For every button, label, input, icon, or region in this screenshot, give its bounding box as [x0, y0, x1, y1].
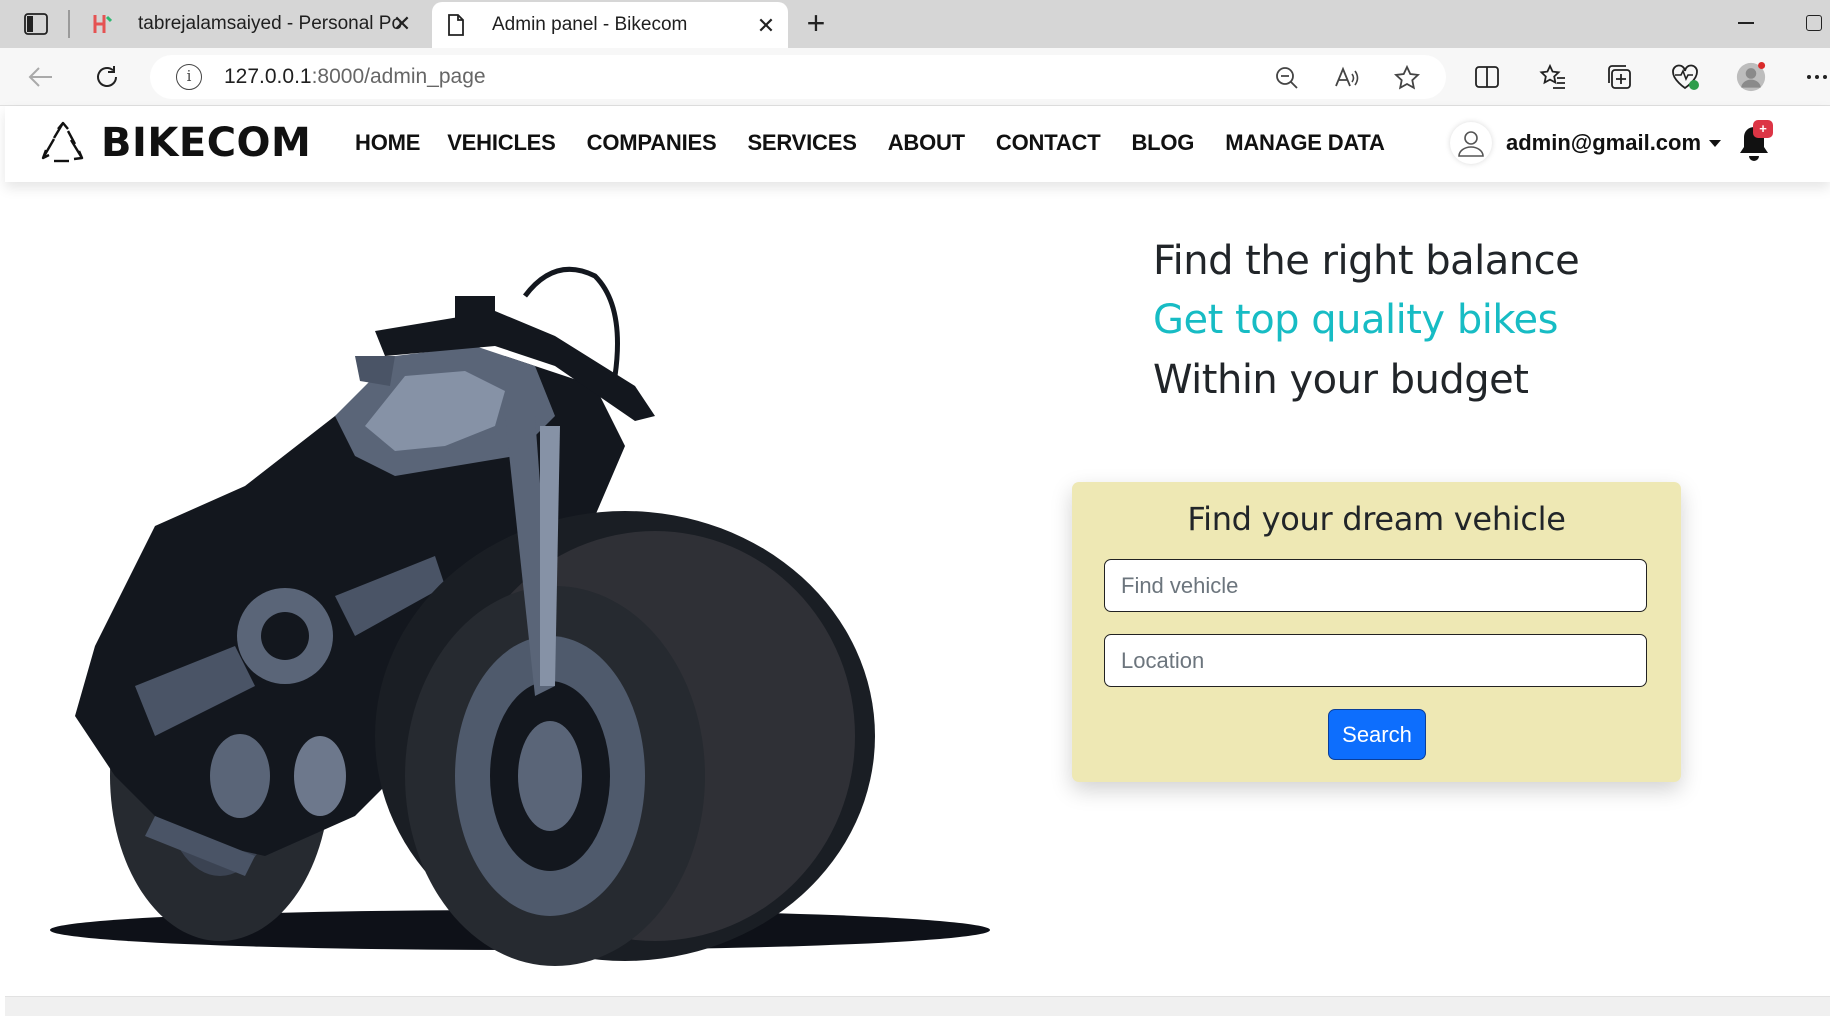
zoom-out-icon[interactable] — [1274, 65, 1300, 91]
close-icon[interactable]: ✕ — [390, 12, 414, 36]
url-text[interactable]: 127.0.0.1:8000/admin_page — [224, 65, 486, 89]
portfolio-favicon-icon — [90, 12, 114, 36]
more-options-icon[interactable] — [1802, 62, 1830, 92]
site-info-icon[interactable]: i — [176, 64, 202, 90]
notification-badge: + — [1753, 120, 1773, 138]
split-screen-icon[interactable] — [1472, 62, 1502, 92]
address-bar[interactable]: i 127.0.0.1:8000/admin_page — [150, 55, 1446, 99]
hero-line-3: Within your budget — [1153, 357, 1529, 403]
page-bottom-edge — [5, 996, 1830, 1016]
nav-services[interactable]: SERVICES — [747, 130, 856, 156]
tab-actions-icon[interactable] — [18, 10, 54, 38]
web-page: BIKECOM HOME VEHICLES COMPANIES SERVICES… — [5, 106, 1830, 996]
search-card-title: Find your dream vehicle — [1187, 500, 1566, 538]
main-nav: HOME VEHICLES COMPANIES SERVICES ABOUT C… — [355, 130, 1416, 156]
nav-home[interactable]: HOME — [355, 130, 420, 156]
tab-divider — [68, 10, 70, 38]
nav-about[interactable]: ABOUT — [888, 130, 965, 156]
search-button[interactable]: Search — [1328, 709, 1426, 760]
tab-portfolio[interactable]: tabrejalamsaiyed - Personal Portfolio ✕ — [78, 0, 424, 48]
user-email: admin@gmail.com — [1506, 130, 1702, 155]
collections-icon[interactable] — [1604, 62, 1634, 92]
site-navbar: BIKECOM HOME VEHICLES COMPANIES SERVICES… — [5, 106, 1830, 182]
close-icon[interactable]: ✕ — [754, 14, 778, 38]
chevron-down-icon — [1709, 139, 1722, 147]
hero-line-2: Get top quality bikes — [1153, 297, 1559, 343]
tab-title: Admin panel - Bikecom — [492, 14, 688, 35]
recycle-icon — [41, 121, 84, 163]
new-tab-icon[interactable]: + — [800, 7, 832, 40]
motorcycle-illustration — [50, 266, 990, 966]
brand-name: BIKECOM — [101, 120, 312, 166]
nav-vehicles[interactable]: VEHICLES — [447, 130, 556, 156]
nav-manage-data[interactable]: MANAGE DATA — [1225, 130, 1385, 156]
profile-avatar-icon[interactable] — [1736, 62, 1766, 92]
browser-toolbar: i 127.0.0.1:8000/admin_page — [0, 48, 1830, 106]
tab-title: tabrejalamsaiyed - Personal Portfolio — [138, 13, 402, 34]
browser-tab-bar: tabrejalamsaiyed - Personal Portfolio ✕ … — [0, 0, 1830, 48]
find-vehicle-input[interactable] — [1104, 559, 1647, 612]
nav-blog[interactable]: BLOG — [1131, 130, 1194, 156]
back-icon[interactable] — [24, 60, 58, 94]
brand-logo[interactable]: BIKECOM — [41, 118, 311, 168]
tab-admin-panel[interactable]: Admin panel - Bikecom ✕ — [432, 2, 788, 48]
read-aloud-icon[interactable] — [1334, 65, 1360, 91]
nav-contact[interactable]: CONTACT — [996, 130, 1101, 156]
favorite-star-icon[interactable] — [1394, 65, 1420, 91]
hero-line-1: Find the right balance — [1153, 238, 1580, 284]
maximize-icon[interactable] — [1806, 15, 1822, 31]
favorites-icon[interactable] — [1538, 62, 1568, 92]
minimize-icon[interactable] — [1736, 12, 1756, 32]
browser-essentials-icon[interactable] — [1670, 62, 1700, 92]
user-avatar-icon — [1450, 122, 1492, 164]
location-input[interactable] — [1104, 634, 1647, 687]
user-menu[interactable]: admin@gmail.com — [1450, 122, 1722, 164]
nav-companies[interactable]: COMPANIES — [587, 130, 717, 156]
reload-icon[interactable] — [90, 60, 124, 94]
vehicle-search-card: Find your dream vehicle Search — [1072, 482, 1681, 782]
page-favicon-icon — [444, 13, 468, 37]
